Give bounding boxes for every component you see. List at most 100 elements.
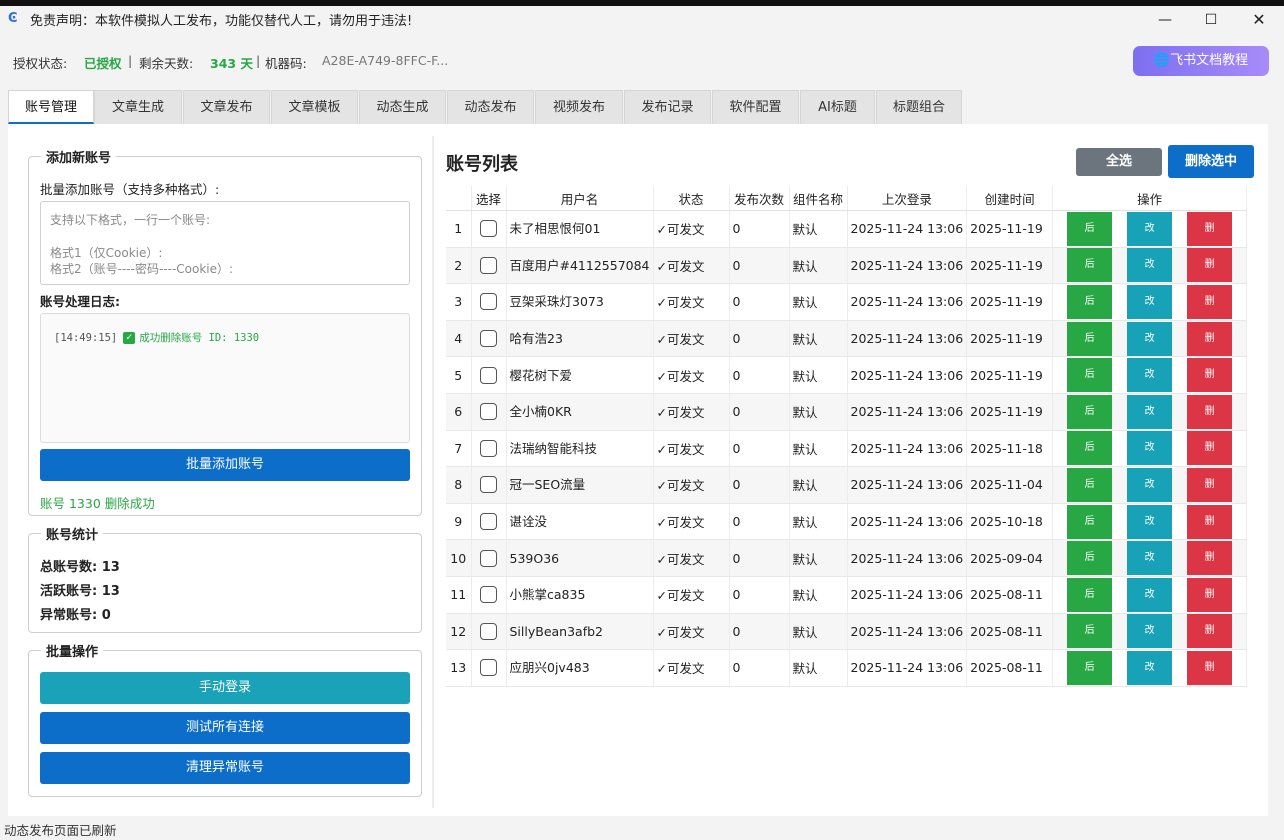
backend-login-button[interactable]: 后 bbox=[1067, 467, 1113, 502]
edit-button[interactable]: 改 bbox=[1127, 614, 1173, 649]
backend-login-button[interactable]: 后 bbox=[1067, 504, 1113, 539]
table-row[interactable]: 3 豆架采珠灯3073 ✓可发文 0 默认 2025-11-24 13:06 2025-11… bbox=[446, 283, 1248, 321]
backend-login-button[interactable]: 后 bbox=[1067, 358, 1113, 393]
header-publish-count[interactable]: 发布次数 bbox=[729, 186, 790, 211]
edit-button[interactable]: 改 bbox=[1127, 321, 1173, 356]
backend-login-button[interactable]: 后 bbox=[1067, 211, 1113, 246]
row-checkbox[interactable] bbox=[480, 220, 497, 238]
minimize-button[interactable]: — bbox=[1142, 6, 1188, 34]
row-created: 2025-11-19 bbox=[966, 283, 1054, 321]
tab-software-config[interactable]: 软件配置 bbox=[712, 90, 799, 124]
machine-code-value: A28E-A749-8FFC-F... bbox=[322, 53, 449, 68]
delete-selected-button[interactable]: 删除选中 bbox=[1168, 145, 1254, 178]
header-created[interactable]: 创建时间 bbox=[966, 186, 1054, 211]
row-checkbox[interactable] bbox=[480, 513, 497, 531]
batch-accounts-textarea[interactable]: 支持以下格式，一行一个账号: 格式1（仅Cookie）: 格式2（账号----密… bbox=[40, 201, 410, 285]
test-all-connections-button[interactable]: 测试所有连接 bbox=[40, 712, 410, 744]
row-checkbox[interactable] bbox=[480, 586, 497, 604]
row-status: ✓可发文 bbox=[653, 539, 730, 577]
table-row[interactable]: 5 樱花树下爱 ✓可发文 0 默认 2025-11-24 13:06 2025-11-19 后… bbox=[446, 356, 1248, 394]
tab-publish-records[interactable]: 发布记录 bbox=[624, 90, 711, 124]
backend-login-button[interactable]: 后 bbox=[1067, 650, 1113, 685]
tab-title-combination[interactable]: 标题组合 bbox=[876, 90, 962, 124]
close-button[interactable]: ✕ bbox=[1236, 6, 1282, 34]
edit-button[interactable]: 改 bbox=[1127, 541, 1173, 576]
edit-button[interactable]: 改 bbox=[1127, 284, 1173, 319]
tab-video-publish[interactable]: 视频发布 bbox=[535, 90, 623, 124]
delete-button[interactable]: 删 bbox=[1187, 248, 1233, 283]
table-row[interactable]: 1 未了相思恨何01 ✓可发文 0 默认 2025-11-24 13:06 2025-11-… bbox=[446, 210, 1248, 248]
delete-button[interactable]: 删 bbox=[1187, 431, 1233, 466]
row-checkbox[interactable] bbox=[480, 256, 497, 274]
tab-article-generate[interactable]: 文章生成 bbox=[94, 90, 182, 124]
header-last-login[interactable]: 上次登录 bbox=[847, 186, 968, 211]
edit-button[interactable]: 改 bbox=[1127, 211, 1173, 246]
table-row[interactable]: 12 SillyBean3afb2 ✓可发文 0 默认 2025-11-24 13:06 2… bbox=[446, 613, 1248, 651]
delete-button[interactable]: 删 bbox=[1187, 211, 1233, 246]
edit-button[interactable]: 改 bbox=[1127, 577, 1173, 612]
row-checkbox[interactable] bbox=[480, 366, 497, 384]
batch-add-button[interactable]: 批量添加账号 bbox=[40, 449, 410, 481]
table-row[interactable]: 8 冠一SEO流量 ✓可发文 0 默认 2025-11-24 13:06 2025-11-0… bbox=[446, 466, 1248, 504]
backend-login-button[interactable]: 后 bbox=[1067, 577, 1113, 612]
tab-article-template[interactable]: 文章模板 bbox=[271, 90, 358, 124]
delete-button[interactable]: 删 bbox=[1187, 504, 1233, 539]
row-operations: 后改删 bbox=[1052, 576, 1248, 614]
edit-button[interactable]: 改 bbox=[1127, 467, 1173, 502]
row-checkbox[interactable] bbox=[480, 293, 497, 311]
edit-button[interactable]: 改 bbox=[1127, 504, 1173, 539]
backend-login-button[interactable]: 后 bbox=[1067, 394, 1113, 429]
row-checkbox[interactable] bbox=[480, 659, 497, 677]
backend-login-button[interactable]: 后 bbox=[1067, 614, 1113, 649]
backend-login-button[interactable]: 后 bbox=[1067, 321, 1113, 356]
maximize-button[interactable]: ☐ bbox=[1188, 6, 1234, 34]
title-bar: Ͼ 免责声明：本软件模拟人工发布，功能仅替代人工，请勿用于违法! — ☐ ✕ bbox=[0, 6, 1284, 34]
clean-abnormal-button[interactable]: 清理异常账号 bbox=[40, 752, 410, 784]
table-row[interactable]: 6 全小楠0KR ✓可发文 0 默认 2025-11-24 13:06 2025-11-19… bbox=[446, 393, 1248, 431]
delete-button[interactable]: 删 bbox=[1187, 541, 1233, 576]
table-row[interactable]: 2 百度用户#4112557084 ✓可发文 0 默认 2025-11-24 13:06 2… bbox=[446, 247, 1248, 285]
delete-button[interactable]: 删 bbox=[1187, 394, 1233, 429]
delete-button[interactable]: 删 bbox=[1187, 650, 1233, 685]
delete-button[interactable]: 删 bbox=[1187, 614, 1233, 649]
header-status[interactable]: 状态 bbox=[653, 186, 730, 211]
tab-ai-title[interactable]: AI标题 bbox=[800, 90, 875, 124]
tab-article-publish[interactable]: 文章发布 bbox=[183, 90, 270, 124]
table-row[interactable]: 11 小熊掌ca835 ✓可发文 0 默认 2025-11-24 13:06 2025-08… bbox=[446, 576, 1248, 614]
processing-log[interactable]: [14:49:15] ✓ 成功删除账号 ID: 1330 bbox=[40, 313, 410, 443]
tab-dynamic-generate[interactable]: 动态生成 bbox=[359, 90, 446, 124]
backend-login-button[interactable]: 后 bbox=[1067, 541, 1113, 576]
delete-button[interactable]: 删 bbox=[1187, 467, 1233, 502]
table-row[interactable]: 9 谌诠没 ✓可发文 0 默认 2025-11-24 13:06 2025-10-18 后改删 bbox=[446, 503, 1248, 541]
manual-login-button[interactable]: 手动登录 bbox=[40, 672, 410, 704]
row-checkbox[interactable] bbox=[480, 476, 497, 494]
header-select[interactable]: 选择 bbox=[471, 186, 507, 211]
table-row[interactable]: 4 哈有浩23 ✓可发文 0 默认 2025-11-24 13:06 2025-11-19 后… bbox=[446, 320, 1248, 358]
row-checkbox[interactable] bbox=[480, 549, 497, 567]
edit-button[interactable]: 改 bbox=[1127, 394, 1173, 429]
header-component[interactable]: 组件名称 bbox=[789, 186, 848, 211]
tab-account-management[interactable]: 账号管理 bbox=[8, 90, 94, 124]
table-row[interactable]: 13 应朋兴0jv483 ✓可发文 0 默认 2025-11-24 13:06 2025-0… bbox=[446, 649, 1248, 687]
backend-login-button[interactable]: 后 bbox=[1067, 248, 1113, 283]
edit-button[interactable]: 改 bbox=[1127, 431, 1173, 466]
tab-dynamic-publish[interactable]: 动态发布 bbox=[447, 90, 534, 124]
delete-button[interactable]: 删 bbox=[1187, 321, 1233, 356]
header-username[interactable]: 用户名 bbox=[506, 186, 654, 211]
delete-button[interactable]: 删 bbox=[1187, 284, 1233, 319]
row-checkbox[interactable] bbox=[480, 439, 497, 457]
backend-login-button[interactable]: 后 bbox=[1067, 284, 1113, 319]
backend-login-button[interactable]: 后 bbox=[1067, 431, 1113, 466]
select-all-button[interactable]: 全选 bbox=[1076, 148, 1162, 176]
feishu-docs-button[interactable]: 🌐飞书文档教程 bbox=[1133, 46, 1269, 76]
table-row[interactable]: 10 539O36 ✓可发文 0 默认 2025-11-24 13:06 2025-09-0… bbox=[446, 539, 1248, 577]
delete-button[interactable]: 删 bbox=[1187, 577, 1233, 612]
table-row[interactable]: 7 法瑞纳智能科技 ✓可发文 0 默认 2025-11-24 13:06 2025-11-1… bbox=[446, 430, 1248, 468]
row-checkbox[interactable] bbox=[480, 403, 497, 421]
edit-button[interactable]: 改 bbox=[1127, 358, 1173, 393]
edit-button[interactable]: 改 bbox=[1127, 248, 1173, 283]
row-checkbox[interactable] bbox=[480, 622, 497, 640]
delete-button[interactable]: 删 bbox=[1187, 358, 1233, 393]
edit-button[interactable]: 改 bbox=[1127, 650, 1173, 685]
row-checkbox[interactable] bbox=[480, 330, 497, 348]
